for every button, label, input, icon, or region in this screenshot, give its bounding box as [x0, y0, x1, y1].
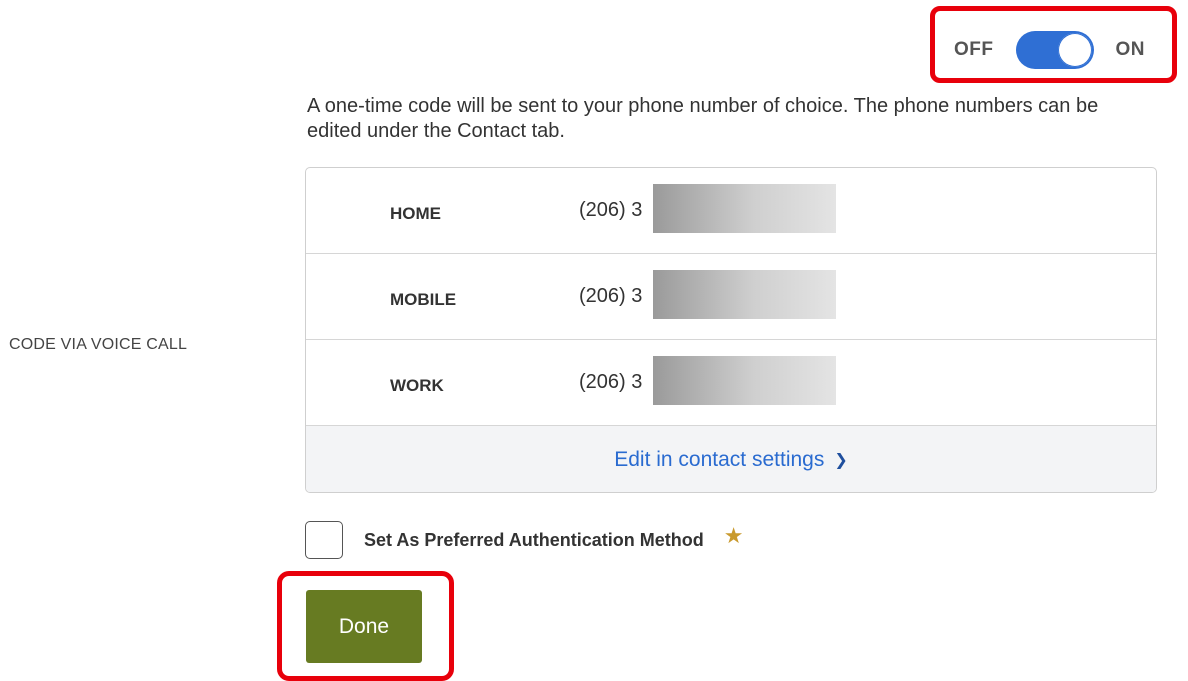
star-icon: ★	[723, 523, 744, 548]
phone-type-label: WORK	[390, 376, 444, 395]
description-text: A one-time code will be sent to your pho…	[307, 95, 1099, 142]
voice-call-toggle-row: OFF ON	[954, 30, 1145, 70]
section-label: CODE VIA VOICE CALL	[9, 336, 188, 353]
edit-contact-row: Edit in contact settings ❯	[306, 426, 1156, 492]
redacted-block	[653, 184, 836, 233]
done-button[interactable]: Done	[306, 590, 422, 663]
preferred-method-row: Set As Preferred Authentication Method ★	[305, 521, 743, 559]
phone-number-value: (206) 3	[579, 285, 643, 307]
auth-method-panel: OFF ON A one-time code will be sent to y…	[0, 0, 1188, 681]
chevron-right-icon: ❯	[834, 452, 848, 469]
toggle-on-label: ON	[1115, 39, 1145, 60]
toggle-knob	[1057, 33, 1092, 67]
phone-row-work[interactable]: WORK (206) 3	[306, 340, 1156, 426]
phone-number-value: (206) 3	[579, 199, 643, 221]
phone-row-mobile[interactable]: MOBILE (206) 3	[306, 254, 1156, 340]
phone-type-label: HOME	[390, 204, 441, 223]
phone-row-home[interactable]: HOME (206) 3	[306, 168, 1156, 254]
preferred-method-label: Set As Preferred Authentication Method	[364, 529, 704, 550]
phone-number-list: HOME (206) 3 MOBILE (206) 3 WORK (206) 3…	[305, 167, 1157, 493]
redacted-block	[653, 270, 836, 319]
edit-link-label: Edit in contact settings	[614, 448, 825, 471]
preferred-method-checkbox[interactable]	[305, 521, 343, 559]
edit-contact-settings-link[interactable]: Edit in contact settings ❯	[614, 448, 848, 472]
toggle-off-label: OFF	[954, 39, 994, 60]
phone-number-value: (206) 3	[579, 371, 643, 393]
redacted-block	[653, 356, 836, 405]
phone-type-label: MOBILE	[390, 290, 457, 309]
voice-call-toggle[interactable]	[1015, 31, 1094, 69]
